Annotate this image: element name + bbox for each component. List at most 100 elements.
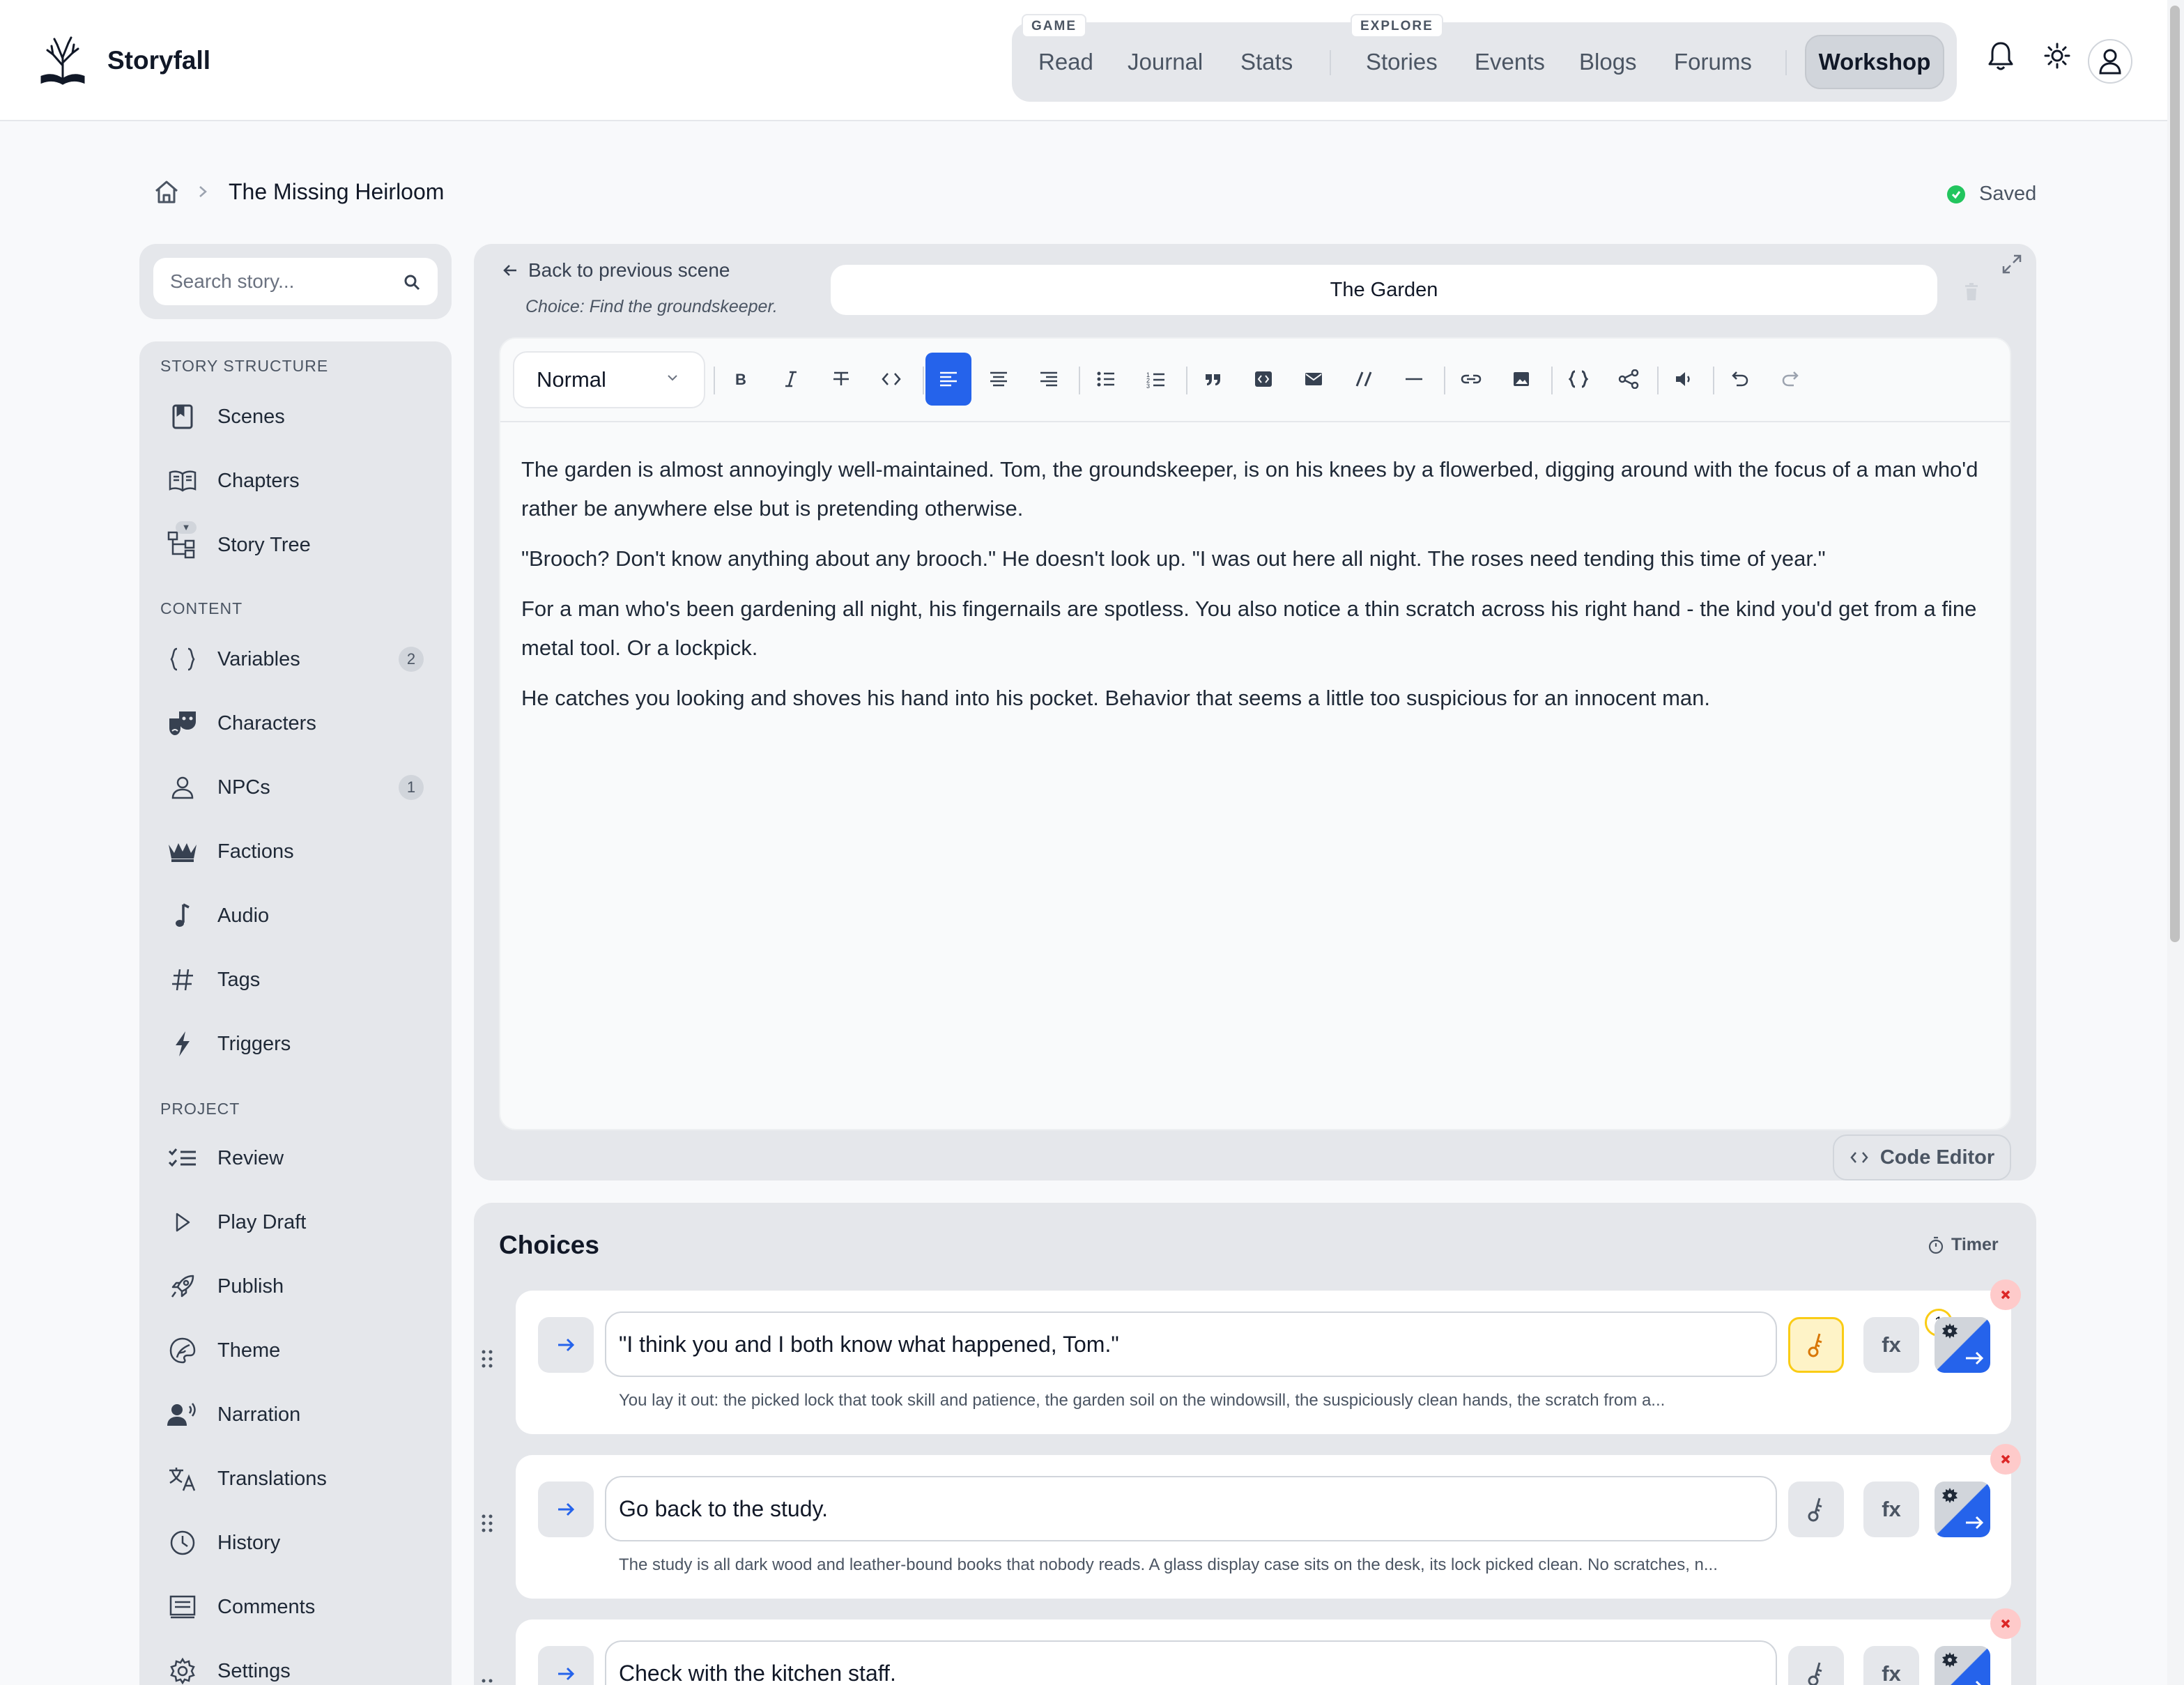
effects-fx-button[interactable]: fx <box>1863 1646 1919 1685</box>
nav-stats[interactable]: Stats <box>1240 22 1293 102</box>
choice-settings-button[interactable] <box>1935 1317 1990 1373</box>
speaker-icon[interactable] <box>1661 353 1707 406</box>
sidebar-item-scenes[interactable]: Scenes <box>153 390 438 443</box>
undo-icon[interactable] <box>1717 353 1763 406</box>
italic-icon[interactable] <box>768 353 814 406</box>
condition-key-button[interactable] <box>1788 1646 1844 1685</box>
sidebar-item-play-draft[interactable]: Play Draft <box>153 1196 438 1249</box>
choice-text-input[interactable]: "I think you and I both know what happen… <box>605 1311 1777 1377</box>
nav-journal[interactable]: Journal <box>1128 22 1203 102</box>
remove-choice-button[interactable] <box>1990 1444 2021 1475</box>
envelope-icon[interactable] <box>1291 353 1337 406</box>
toolbar-divider <box>1551 367 1553 394</box>
redo-icon[interactable] <box>1767 353 1813 406</box>
count-badge: 2 <box>399 647 424 672</box>
sidebar-item-chapters[interactable]: Chapters <box>153 454 438 507</box>
sidebar-item-story-tree[interactable]: ▼ Story Tree <box>153 518 438 571</box>
choices-panel: Choices Timer "I think you and I both kn… <box>474 1203 2036 1685</box>
choice-card: "I think you and I both know what happen… <box>482 1279 2021 1434</box>
brand[interactable]: Storyfall <box>36 35 210 86</box>
palette-icon <box>167 1335 198 1366</box>
sidebar-item-publish[interactable]: Publish <box>153 1260 438 1313</box>
align-left-icon[interactable] <box>925 353 971 406</box>
bullet-list-icon[interactable] <box>1083 353 1129 406</box>
sidebar-item-variables[interactable]: Variables 2 <box>153 633 438 686</box>
numbered-list-icon[interactable]: 123 <box>1133 353 1179 406</box>
sidebar-item-factions[interactable]: Factions <box>153 825 438 878</box>
choice-settings-button[interactable] <box>1935 1482 1990 1537</box>
back-to-previous-scene-link[interactable]: Back to previous scene <box>502 259 730 282</box>
sidebar-item-label: Publish <box>217 1275 284 1298</box>
block-format-select[interactable]: Normal <box>513 351 705 408</box>
sidebar-item-settings[interactable]: Settings <box>153 1645 438 1685</box>
arrow-right-icon <box>556 1337 576 1353</box>
scene-title-field[interactable]: The Garden <box>831 265 1937 315</box>
svg-text:B: B <box>735 371 746 388</box>
code-block-icon[interactable] <box>1240 353 1286 406</box>
editor-toolbar: Normal B 123 <box>500 339 2010 422</box>
nav-blogs[interactable]: Blogs <box>1579 22 1637 102</box>
horizontal-rule-icon[interactable] <box>1391 353 1437 406</box>
sidebar-item-review[interactable]: Review <box>153 1132 438 1185</box>
sidebar-item-tags[interactable]: Tags <box>153 953 438 1006</box>
tree-logo-icon <box>36 35 89 86</box>
bold-icon[interactable]: B <box>718 353 764 406</box>
choice-text-input[interactable]: Check with the kitchen staff. <box>605 1640 1777 1685</box>
nav-forums[interactable]: Forums <box>1674 22 1752 102</box>
image-icon[interactable] <box>1498 353 1544 406</box>
search-input[interactable] <box>153 258 383 305</box>
home-icon[interactable] <box>153 178 180 205</box>
code-editor-label: Code Editor <box>1879 1146 1995 1169</box>
sidebar-section-content: CONTENT <box>160 599 243 617</box>
page-scrollbar-thumb[interactable] <box>2170 6 2180 942</box>
book-open-icon <box>167 466 198 496</box>
sidebar-item-translations[interactable]: Translations <box>153 1452 438 1505</box>
user-avatar-button[interactable] <box>2088 39 2132 84</box>
inline-code-icon[interactable] <box>868 353 914 406</box>
search-icon[interactable] <box>403 273 421 291</box>
effects-fx-button[interactable]: fx <box>1863 1317 1919 1373</box>
share-branch-icon[interactable] <box>1606 353 1652 406</box>
blockquote-icon[interactable] <box>1190 353 1236 406</box>
comment-slashes-icon[interactable] <box>1341 353 1387 406</box>
nav-read[interactable]: Read <box>1038 22 1093 102</box>
drag-handle-icon[interactable] <box>481 1349 493 1369</box>
go-to-target-button[interactable] <box>538 1317 594 1373</box>
choice-settings-button[interactable] <box>1935 1646 1990 1685</box>
bell-icon[interactable] <box>1987 40 2014 71</box>
sidebar-item-triggers[interactable]: Triggers <box>153 1017 438 1070</box>
align-center-icon[interactable] <box>976 353 1022 406</box>
expand-icon[interactable] <box>2001 254 2022 275</box>
sidebar-item-narration[interactable]: Narration <box>153 1388 438 1441</box>
effects-fx-button[interactable]: fx <box>1863 1482 1919 1537</box>
remove-choice-button[interactable] <box>1990 1608 2021 1639</box>
toolbar-divider <box>1079 367 1080 394</box>
sun-icon[interactable] <box>2043 40 2071 71</box>
nav-stories[interactable]: Stories <box>1366 22 1438 102</box>
strikethrough-icon[interactable] <box>818 353 864 406</box>
timer-button[interactable]: Timer <box>1928 1235 1999 1255</box>
variable-braces-icon[interactable] <box>1555 353 1601 406</box>
code-editor-button[interactable]: Code Editor <box>1833 1134 2011 1180</box>
choice-text-input[interactable]: Go back to the study. <box>605 1476 1777 1541</box>
remove-choice-button[interactable] <box>1990 1279 2021 1310</box>
link-icon[interactable] <box>1448 353 1494 406</box>
condition-key-button[interactable] <box>1788 1482 1844 1537</box>
go-to-target-button[interactable] <box>538 1646 594 1685</box>
sidebar-item-audio[interactable]: Audio <box>153 889 438 942</box>
sidebar-item-theme[interactable]: Theme <box>153 1324 438 1377</box>
align-right-icon[interactable] <box>1026 353 1072 406</box>
gear-icon <box>1941 1487 1958 1504</box>
trash-icon[interactable] <box>1964 283 1979 301</box>
drag-handle-icon[interactable] <box>481 1514 493 1533</box>
condition-key-button[interactable] <box>1788 1317 1844 1373</box>
sidebar-item-characters[interactable]: Characters <box>153 697 438 750</box>
scene-body-text[interactable]: The garden is almost annoyingly well-mai… <box>521 450 1985 729</box>
sidebar-item-comments[interactable]: Comments <box>153 1580 438 1633</box>
drag-handle-icon[interactable] <box>481 1678 493 1685</box>
sidebar-item-history[interactable]: History <box>153 1516 438 1569</box>
go-to-target-button[interactable] <box>538 1482 594 1537</box>
sidebar-item-npcs[interactable]: NPCs 1 <box>153 761 438 814</box>
nav-workshop[interactable]: Workshop <box>1805 35 1944 89</box>
nav-events[interactable]: Events <box>1475 22 1545 102</box>
